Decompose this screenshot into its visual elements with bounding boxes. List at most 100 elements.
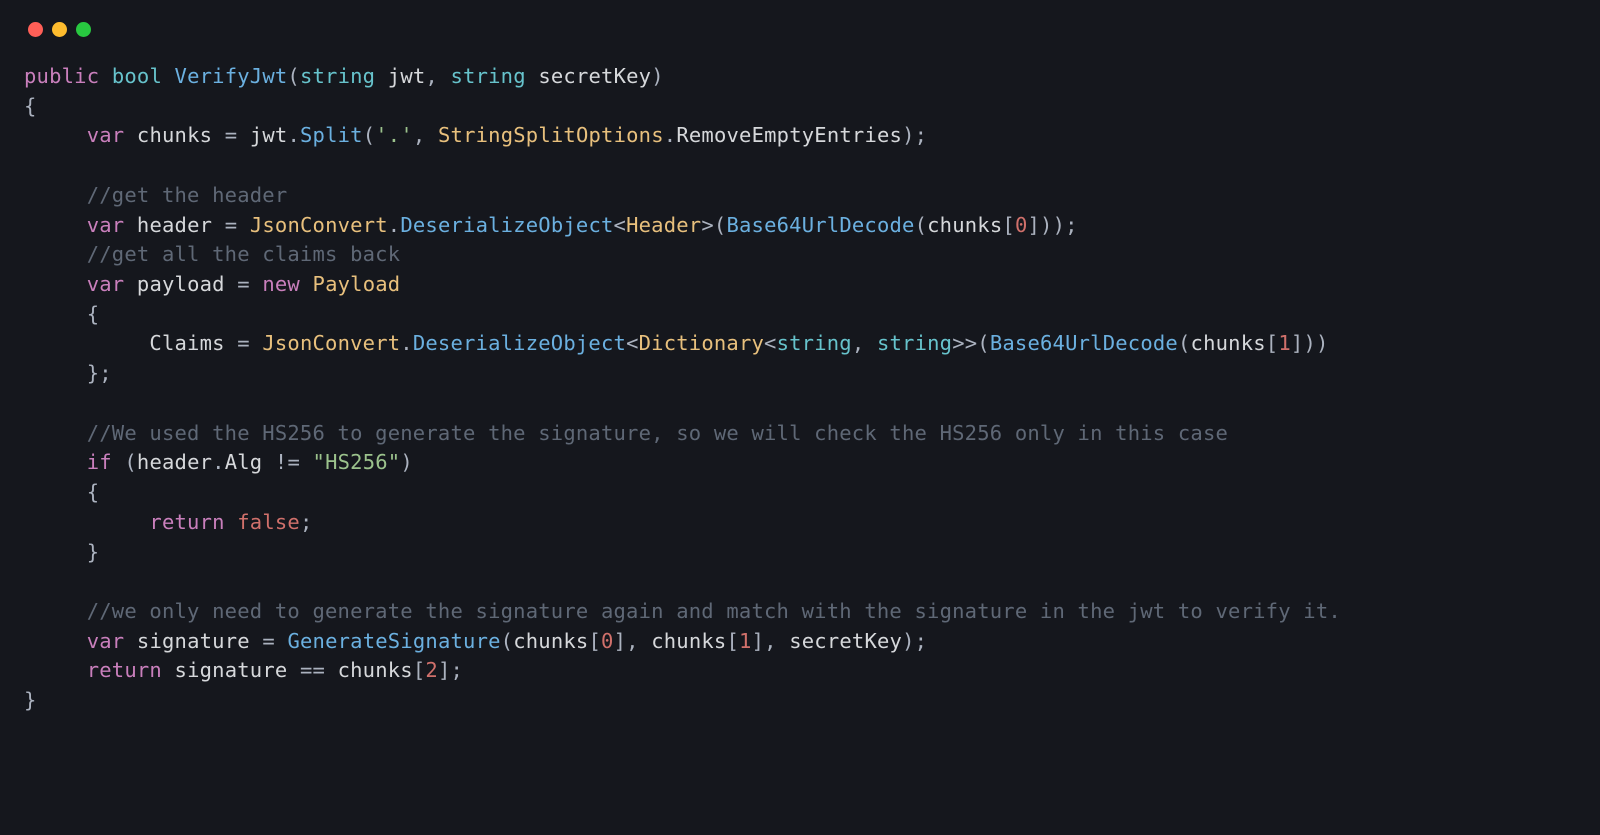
punct: ;: [1065, 213, 1078, 237]
brace: {: [87, 302, 100, 326]
operator: ==: [287, 658, 337, 682]
indent: [24, 213, 87, 237]
type: string: [451, 64, 526, 88]
punct: (: [124, 450, 137, 474]
punct: ): [1053, 213, 1066, 237]
punct: ): [1303, 331, 1316, 355]
indent: [24, 302, 87, 326]
keyword: bool: [112, 64, 162, 88]
function-name: GenerateSignature: [287, 629, 500, 653]
punct: [: [413, 658, 426, 682]
brace: {: [24, 94, 37, 118]
keyword: var: [87, 123, 125, 147]
window-titlebar: [0, 0, 1600, 47]
comment: //get all the claims back: [87, 242, 401, 266]
identifier: chunks: [1191, 331, 1266, 355]
punct: .: [212, 450, 225, 474]
function-name: DeserializeObject: [400, 213, 613, 237]
indent: [24, 272, 87, 296]
punct: ;: [451, 658, 464, 682]
identifier: header: [137, 213, 212, 237]
code-line: //we only need to generate the signature…: [24, 597, 1576, 627]
function-name: Base64UrlDecode: [990, 331, 1178, 355]
code-line: var payload = new Payload: [24, 270, 1576, 300]
identifier: secretKey: [789, 629, 902, 653]
punct: ,: [764, 629, 789, 653]
minimize-icon[interactable]: [52, 22, 67, 37]
keyword: public: [24, 64, 99, 88]
comment: //get the header: [87, 183, 288, 207]
string-literal: '.': [375, 123, 413, 147]
indent: [24, 450, 87, 474]
type: Dictionary: [639, 331, 764, 355]
identifier: secretKey: [538, 64, 651, 88]
identifier: chunks: [651, 629, 726, 653]
identifier: signature: [175, 658, 288, 682]
code-line: {: [24, 92, 1576, 122]
punct: ): [902, 629, 915, 653]
punct: ,: [626, 629, 651, 653]
punct: ]: [1028, 213, 1041, 237]
code-line: };: [24, 359, 1576, 389]
number: 1: [1278, 331, 1291, 355]
code-line: var chunks = jwt.Split('.', StringSplitO…: [24, 121, 1576, 151]
code-line: [24, 151, 1576, 181]
function-name: VerifyJwt: [175, 64, 288, 88]
maximize-icon[interactable]: [76, 22, 91, 37]
punct: <: [614, 213, 627, 237]
type: Header: [626, 213, 701, 237]
operator: !=: [262, 450, 312, 474]
code-line: var header = JsonConvert.DeserializeObje…: [24, 211, 1576, 241]
punct: [: [726, 629, 739, 653]
identifier: jwt: [250, 123, 288, 147]
punct: ;: [99, 361, 112, 385]
number: 2: [425, 658, 438, 682]
code-line: //get the header: [24, 181, 1576, 211]
code-line: [24, 567, 1576, 597]
code-line: [24, 389, 1576, 419]
indent: [24, 480, 87, 504]
code-line: return false;: [24, 508, 1576, 538]
code-line: {: [24, 300, 1576, 330]
punct: (: [1178, 331, 1191, 355]
identifier: chunks: [513, 629, 588, 653]
punct: ): [1040, 213, 1053, 237]
identifier: chunks: [338, 658, 413, 682]
punct: (: [363, 123, 376, 147]
keyword: return: [87, 658, 162, 682]
brace: }: [87, 361, 100, 385]
keyword: var: [87, 629, 125, 653]
type: StringSplitOptions: [438, 123, 664, 147]
constant: false: [237, 510, 300, 534]
identifier: payload: [137, 272, 225, 296]
indent: [24, 242, 87, 266]
indent: [24, 540, 87, 564]
punct: [: [1002, 213, 1015, 237]
code-line: {: [24, 478, 1576, 508]
code-line: //We used the HS256 to generate the sign…: [24, 419, 1576, 449]
punct: .: [664, 123, 677, 147]
indent: [24, 629, 87, 653]
function-name: Base64UrlDecode: [726, 213, 914, 237]
code-line: public bool VerifyJwt(string jwt, string…: [24, 62, 1576, 92]
type: Payload: [313, 272, 401, 296]
punct: <: [626, 331, 639, 355]
punct: >: [701, 213, 714, 237]
code-line: Claims = JsonConvert.DeserializeObject<D…: [24, 329, 1576, 359]
punct: [: [1266, 331, 1279, 355]
code-line: }: [24, 686, 1576, 716]
operator: =: [250, 629, 288, 653]
comment: //we only need to generate the signature…: [87, 599, 1341, 623]
brace: }: [87, 540, 100, 564]
indent: [24, 123, 87, 147]
punct: ;: [300, 510, 313, 534]
keyword: var: [87, 213, 125, 237]
code-editor[interactable]: public bool VerifyJwt(string jwt, string…: [0, 47, 1600, 740]
code-line: }: [24, 538, 1576, 568]
code-line: var signature = GenerateSignature(chunks…: [24, 627, 1576, 657]
number: 0: [601, 629, 614, 653]
punct: ,: [413, 123, 438, 147]
operator: =: [225, 331, 263, 355]
close-icon[interactable]: [28, 22, 43, 37]
punct: (: [501, 629, 514, 653]
